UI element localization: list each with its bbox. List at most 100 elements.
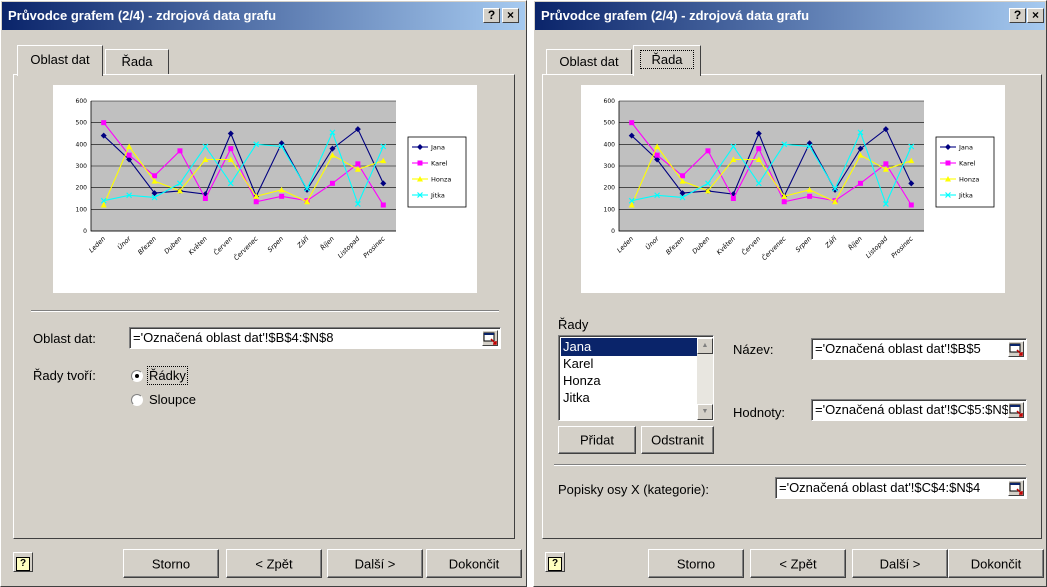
category-input[interactable]: ='Označená oblast dat'!$C$4:$N$4 [775, 477, 1027, 499]
listbox-scrollbar[interactable]: ▲ ▼ [697, 338, 713, 420]
back-button[interactable]: < Zpět [750, 549, 846, 578]
y-tick-label: 500 [76, 120, 88, 127]
x-tick-label: Duben [163, 235, 184, 256]
data-point [279, 193, 285, 199]
collapse-dialog-icon[interactable] [1008, 402, 1024, 418]
tab-oblast-dat[interactable]: Oblast dat [17, 45, 103, 76]
legend-label: Jana [958, 144, 973, 152]
scroll-up-icon[interactable]: ▲ [697, 338, 713, 354]
series-in-label: Řady tvoří: [33, 368, 96, 383]
y-tick-label: 0 [83, 228, 87, 235]
x-tick-label: Březen [664, 235, 686, 257]
collapse-dialog-icon[interactable] [1008, 341, 1024, 357]
x-tick-label: Červen [211, 234, 234, 257]
radio-columns[interactable] [131, 394, 143, 406]
range-select-icon [483, 332, 497, 345]
data-point [654, 152, 660, 158]
x-tick-label: Červenec [232, 234, 260, 262]
x-tick-label: Červenec [760, 234, 788, 262]
series-listbox[interactable]: Jana Karel Honza Jitka ▲ ▼ [558, 335, 714, 421]
line-chart: 0100200300400500600Leden Únor Březen Duben K… [604, 98, 995, 262]
cancel-button[interactable]: Storno [648, 549, 744, 578]
chart-wizard-dialog-data-range: Průvodce grafem (2/4) - zdrojová data gr… [0, 0, 527, 587]
list-item[interactable]: Honza [561, 372, 601, 390]
legend-label: Jana [430, 144, 445, 152]
x-tick-label: Září [823, 234, 839, 250]
tab-rada[interactable]: Řada [105, 49, 169, 75]
dialog-title: Průvodce grafem (2/4) - zdrojová data gr… [8, 8, 277, 23]
cancel-button[interactable]: Storno [123, 549, 219, 578]
tab-oblast-dat[interactable]: Oblast dat [546, 49, 632, 75]
radio-columns-label[interactable]: Sloupce [149, 392, 196, 407]
data-point [380, 202, 386, 208]
line-chart: 0100200300400500600Leden Únor Březen Duben K… [76, 98, 467, 262]
data-point [945, 160, 951, 166]
help-icon: ? [16, 557, 30, 571]
y-tick-label: 200 [604, 185, 616, 192]
y-tick-label: 400 [76, 141, 88, 148]
chart-preview: 0 100 200 300 400 500 600 Leden Únor Březen Duben K… [53, 85, 477, 293]
radio-dot [135, 374, 139, 378]
list-item[interactable]: Jitka [561, 389, 590, 407]
tab-rada[interactable]: Řada [633, 45, 701, 76]
legend-label: Honza [431, 176, 451, 184]
data-point [756, 146, 762, 152]
name-input[interactable]: ='Označená oblast dat'!$B$5 [811, 338, 1027, 360]
back-button[interactable]: < Zpět [226, 549, 322, 578]
help-button[interactable]: ? [13, 552, 33, 572]
series-group-label: Řady [558, 317, 589, 332]
x-tick-label: Listopad [864, 234, 890, 260]
help-icon: ? [548, 557, 562, 571]
close-button[interactable]: × [502, 8, 519, 23]
title-bar[interactable]: Průvodce grafem (2/4) - zdrojová data gr… [535, 2, 1045, 30]
range-select-icon [1009, 404, 1023, 417]
chart-wizard-dialog-series: Průvodce grafem (2/4) - zdrojová data gr… [533, 0, 1047, 587]
x-tick-label: Březen [136, 235, 158, 257]
collapse-dialog-icon[interactable] [1008, 480, 1024, 496]
remove-series-button[interactable]: Odstranit [641, 426, 714, 454]
data-point [152, 173, 158, 179]
help-button[interactable]: ? [545, 552, 565, 572]
list-item[interactable]: Jana [561, 338, 697, 356]
finish-button[interactable]: Dokončit [426, 549, 522, 578]
x-tick-label: Prosinec [890, 234, 915, 259]
data-point [705, 148, 711, 154]
data-point [126, 152, 132, 158]
title-bar[interactable]: Průvodce grafem (2/4) - zdrojová data gr… [2, 2, 525, 30]
data-point [781, 199, 787, 205]
data-point [807, 193, 813, 199]
next-button[interactable]: Další > [852, 549, 948, 578]
finish-button[interactable]: Dokončit [948, 549, 1044, 578]
radio-rows-label[interactable]: Řádky [147, 366, 188, 385]
close-button[interactable]: × [1027, 8, 1044, 23]
y-tick-label: 400 [604, 141, 616, 148]
list-item[interactable]: Karel [561, 355, 593, 373]
tab-label: Oblast dat [559, 54, 619, 69]
chart-preview: 0 100 200 300 400 500 600 Leden Únor Březen Duben K… [581, 85, 1005, 293]
y-tick-label: 0 [611, 228, 615, 235]
data-point [730, 196, 736, 201]
x-tick-label: Září [295, 234, 311, 250]
legend-label: Karel [959, 160, 976, 168]
x-tick-label: Červen [739, 234, 762, 257]
values-label: Hodnoty: [733, 405, 786, 420]
name-label: Název: [733, 342, 774, 357]
x-tick-label: Duben [691, 235, 712, 256]
dialog-title: Průvodce grafem (2/4) - zdrojová data gr… [541, 8, 810, 23]
next-button[interactable]: Další > [327, 549, 423, 578]
add-series-button[interactable]: Přidat [558, 426, 636, 454]
tab-label: Řada [121, 54, 153, 69]
data-point [908, 202, 914, 208]
x-tick-label: Říjen [846, 234, 864, 252]
scroll-down-icon[interactable]: ▼ [697, 404, 713, 420]
tab-label: Řada [640, 50, 694, 69]
x-tick-label: Leden [615, 235, 635, 255]
help-title-button[interactable]: ? [1009, 8, 1026, 23]
data-point [883, 161, 889, 167]
radio-rows[interactable] [131, 370, 143, 382]
values-input[interactable]: ='Označená oblast dat'!$C$5:$N$5 [811, 399, 1027, 421]
help-title-button[interactable]: ? [483, 8, 500, 23]
data-range-input[interactable]: ='Označená oblast dat'!$B$4:$N$8 [129, 327, 501, 349]
separator [31, 310, 499, 312]
collapse-dialog-icon[interactable] [482, 330, 498, 346]
